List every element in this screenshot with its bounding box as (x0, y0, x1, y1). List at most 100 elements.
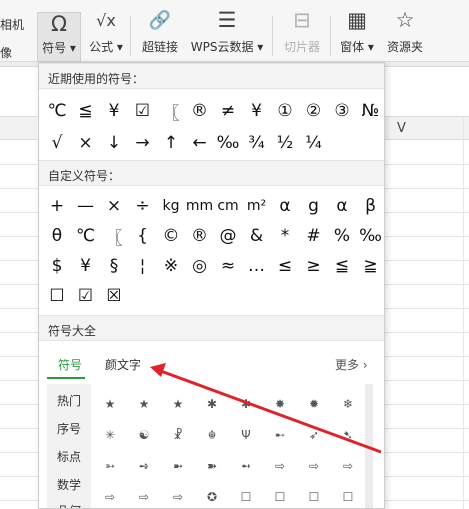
symbol-cell[interactable]: β (355, 191, 385, 221)
symbol-cell[interactable]: ¥ (70, 251, 102, 281)
symbol-cell[interactable]: ③ (326, 96, 358, 126)
grid-symbol-cell[interactable]: ➳ (93, 454, 127, 478)
grid-symbol-cell[interactable]: ➶ (297, 423, 331, 447)
symbol-cell[interactable]: ℃ (41, 96, 73, 126)
symbol-cell[interactable]: ← (184, 128, 216, 158)
symbol-cell[interactable]: mm (184, 191, 216, 221)
grid-symbol-cell[interactable]: Ψ (229, 423, 263, 447)
formula-button[interactable]: √x 公式 ▾ (86, 6, 126, 62)
grid-symbol-cell[interactable]: ➷ (331, 423, 365, 447)
grid-symbol-cell[interactable]: ❄ (331, 392, 365, 416)
symbol-cell[interactable]: ≦ (70, 96, 102, 126)
symbol-cell[interactable]: ◎ (184, 251, 216, 281)
symbol-cell[interactable]: √ (41, 128, 73, 158)
symbol-cell[interactable]: θ (41, 221, 73, 251)
symbol-cell[interactable]: ☐ (41, 281, 73, 311)
grid-symbol-cell[interactable]: ☐ (297, 485, 331, 508)
hyperlink-button[interactable]: 🔗 超链接 (139, 6, 181, 62)
symbol-cell[interactable]: { (127, 221, 159, 251)
symbol-cell[interactable]: ≥ (298, 251, 330, 281)
symbol-cell[interactable]: ℃ (70, 221, 102, 251)
symbol-cell[interactable]: ② (298, 96, 330, 126)
symbol-cell[interactable]: # (298, 221, 330, 251)
symbol-cell[interactable]: α (326, 191, 358, 221)
symbol-cell[interactable]: → (127, 128, 159, 158)
category-serial[interactable]: 序号 (57, 420, 81, 437)
tab-symbols[interactable]: 符号 (58, 356, 82, 373)
symbol-cell[interactable]: + (41, 191, 73, 221)
symbol-cell[interactable]: — (70, 191, 102, 221)
symbol-button[interactable]: Ω 符号 ▾ (37, 12, 81, 62)
grid-symbol-cell[interactable]: ★ (161, 392, 195, 416)
symbol-cell[interactable]: ‰ (355, 221, 385, 251)
symbol-cell[interactable]: ☑ (127, 96, 159, 126)
grid-symbol-cell[interactable]: ☐ (263, 485, 297, 508)
symbol-cell[interactable]: ® (184, 96, 216, 126)
image-label-partial[interactable]: 像 (0, 44, 12, 61)
symbol-cell[interactable]: ½ (269, 128, 301, 158)
symbol-cell[interactable]: ¥ (98, 96, 130, 126)
wps-cloud-data-button[interactable]: ☰ WPS云数据 ▾ (190, 6, 264, 62)
grid-symbol-cell[interactable]: ★ (93, 392, 127, 416)
symbol-cell[interactable]: × (70, 128, 102, 158)
symbol-cell[interactable]: × (98, 191, 130, 221)
symbol-cell[interactable]: ☒ (98, 281, 130, 311)
symbol-cell[interactable]: ≧ (355, 251, 385, 281)
symbol-cell[interactable]: ↑ (155, 128, 187, 158)
category-math[interactable]: 数学 (57, 476, 81, 493)
grid-symbol-cell[interactable]: ☐ (331, 485, 365, 508)
symbol-cell[interactable]: % (326, 221, 358, 251)
symbol-cell[interactable]: ※ (155, 251, 187, 281)
grid-symbol-cell[interactable]: ⇨ (263, 454, 297, 478)
grid-symbol-cell[interactable]: ⇨ (331, 454, 365, 478)
grid-symbol-cell[interactable]: ➽ (195, 454, 229, 478)
tab-kaomoji[interactable]: 颜文字 (105, 356, 141, 373)
grid-symbol-cell[interactable]: ➻ (229, 454, 263, 478)
symbol-cell[interactable]: ① (269, 96, 301, 126)
category-hot[interactable]: 热门 (57, 392, 81, 409)
grid-symbol-cell[interactable]: ⇨ (297, 454, 331, 478)
grid-symbol-cell[interactable]: ★ (127, 392, 161, 416)
symbol-cell[interactable]: ≤ (269, 251, 301, 281)
category-punctuation[interactable]: 标点 (57, 448, 81, 465)
symbol-cell[interactable]: ¦ (127, 251, 159, 281)
category-geometry[interactable]: 几何 (57, 502, 81, 508)
grid-symbol-cell[interactable]: ⇨ (93, 485, 127, 508)
symbol-cell[interactable]: ¾ (241, 128, 273, 158)
symbol-cell[interactable]: ÷ (127, 191, 159, 221)
slicer-button[interactable]: ⊟ 切片器 (280, 6, 324, 62)
symbol-cell[interactable]: § (98, 251, 130, 281)
symbol-cell[interactable]: ¼ (298, 128, 330, 158)
symbol-cell[interactable]: g (298, 191, 330, 221)
grid-symbol-cell[interactable]: ➸ (263, 423, 297, 447)
symbol-cell[interactable]: ® (184, 221, 216, 251)
symbol-cell[interactable]: @ (212, 221, 244, 251)
symbol-cell[interactable]: kg (155, 191, 187, 221)
camera-label-partial[interactable]: 相机 (0, 16, 24, 33)
grid-symbol-cell[interactable]: ✪ (195, 485, 229, 508)
window-form-button[interactable]: ▦ 窗体 ▾ (336, 6, 378, 62)
symbol-cell[interactable]: № (355, 96, 385, 126)
grid-symbol-cell[interactable]: ☬ (195, 423, 229, 447)
symbol-cell[interactable]: ‰ (212, 128, 244, 158)
grid-symbol-cell[interactable]: ✱ (195, 392, 229, 416)
symbol-cell[interactable]: ≈ (212, 251, 244, 281)
grid-symbol-cell[interactable]: ⇨ (127, 485, 161, 508)
grid-symbol-cell[interactable]: ✱ (229, 392, 263, 416)
grid-symbol-cell[interactable]: ➼ (161, 454, 195, 478)
symbol-cell[interactable]: ¥ (241, 96, 273, 126)
column-header-v[interactable]: V (385, 116, 469, 140)
symbol-cell[interactable]: 〖 (98, 221, 130, 251)
symbol-cell[interactable]: ↓ (98, 128, 130, 158)
symbol-cell[interactable]: m² (241, 191, 273, 221)
symbol-cell[interactable]: & (241, 221, 273, 251)
symbol-cell[interactable]: … (241, 251, 273, 281)
symbol-cell[interactable]: $ (41, 251, 73, 281)
more-link[interactable]: 更多 › (335, 356, 368, 373)
symbol-grid-scrollbar[interactable] (365, 384, 373, 508)
symbol-cell[interactable]: * (269, 221, 301, 251)
grid-symbol-cell[interactable]: ☐ (229, 485, 263, 508)
grid-symbol-cell[interactable]: ☧ (161, 423, 195, 447)
symbol-cell[interactable]: © (155, 221, 187, 251)
grid-symbol-cell[interactable]: ✳ (93, 423, 127, 447)
